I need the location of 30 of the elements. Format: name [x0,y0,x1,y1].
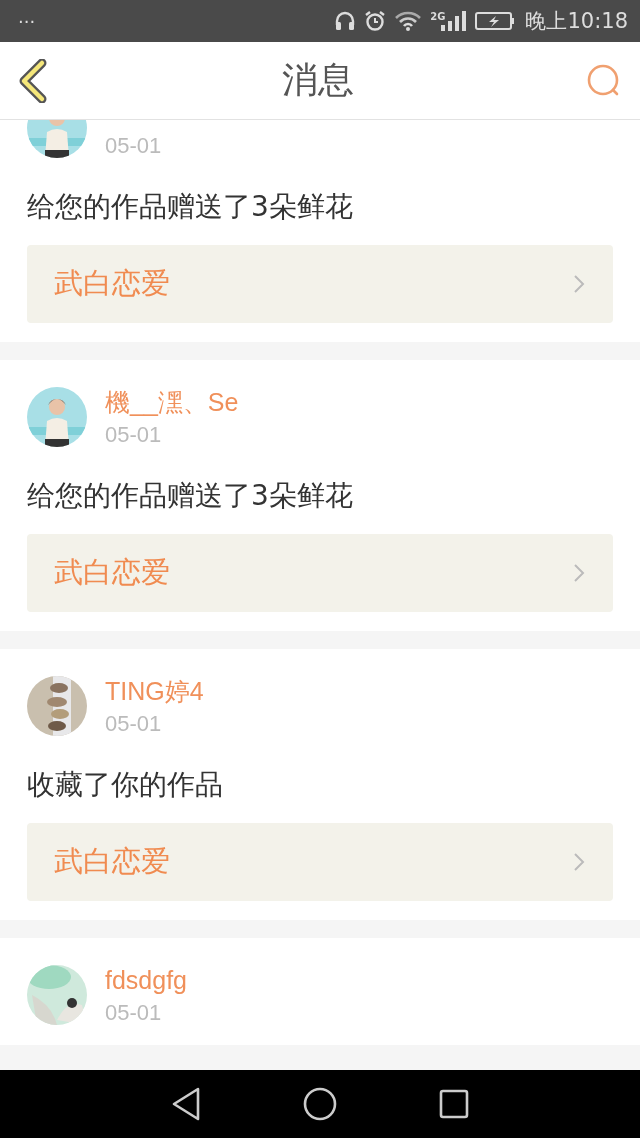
message-text: 收藏了你的作品 [27,767,224,803]
page-title: 消息 [282,58,354,102]
alarm-clock-icon [364,10,387,32]
work-link[interactable]: 武白恋爱 [27,245,613,323]
user-name[interactable]: TING婷4 [105,675,204,707]
user-name[interactable]: 機__潶、Se [105,386,239,418]
recents-nav-icon[interactable] [439,1089,469,1119]
chevron-right-icon [573,852,585,872]
battery-icon [475,11,516,31]
user-name[interactable]: fdsdgfg [105,964,187,996]
message-text: 给您的作品赠送了3朵鲜花 [27,478,354,514]
clock-time: 晚上10:18 [525,8,628,35]
network-type: 2G [430,11,446,22]
wifi-icon [394,10,423,32]
message-date: 05-01 [105,133,162,159]
work-title: 武白恋爱 [54,843,170,880]
work-link[interactable]: 武白恋爱 [27,534,613,612]
chevron-right-icon [573,563,585,583]
message-text: 给您的作品赠送了3朵鲜花 [27,189,354,225]
work-link[interactable]: 武白恋爱 [27,823,613,901]
message-date: 05-01 [105,422,163,448]
headphones-icon [334,10,357,32]
message-date: 05-01 [105,711,163,737]
work-title: 武白恋爱 [54,554,170,591]
home-nav-icon[interactable] [303,1087,337,1121]
back-nav-icon[interactable] [171,1087,201,1121]
chevron-right-icon [573,274,585,294]
work-title: 武白恋爱 [54,265,170,302]
menu-dots: ··· [18,10,36,32]
message-date: 05-01 [105,1000,163,1026]
